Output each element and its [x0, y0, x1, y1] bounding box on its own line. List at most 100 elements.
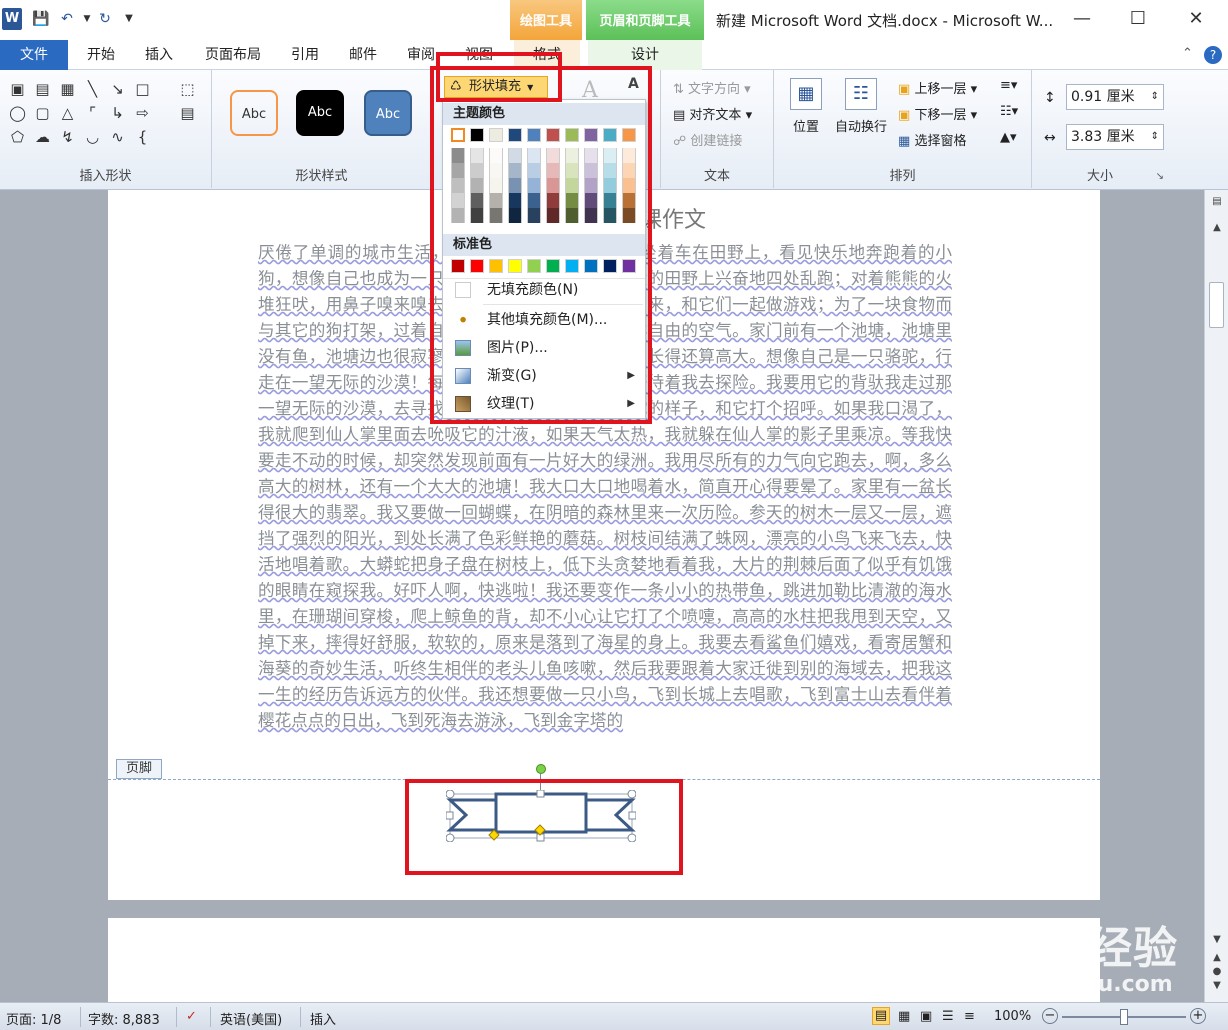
undo-dropdown-icon[interactable]: ▼ [78, 10, 96, 28]
highlight-box-ribbon-shape [405, 779, 683, 875]
rectangle-shape-icon[interactable]: □ [131, 78, 154, 100]
shape-style-black-fill[interactable]: Abc [296, 90, 344, 136]
arrow-line-shape-icon[interactable]: ↘ [106, 78, 129, 100]
close-button[interactable]: ✕ [1182, 6, 1210, 32]
oval-shape-icon[interactable]: ◯ [6, 102, 29, 124]
shape-gallery[interactable]: ▣ ▤ ▦ ╲ ↘ □ ◯ ▢ △ ⌜ ↳ ⇨ ⬠ ☁ ↯ ◡ ∿ { [6, 78, 156, 148]
status-bar: 页面: 1/8 字数: 8,883 ✓ 英语(美国) 插入 ▤ ▦ ▣ ☰ ≡ … [0, 1002, 1228, 1030]
window-title: 新建 Microsoft Word 文档.docx - Microsoft W.… [716, 12, 1054, 30]
bring-forward-button[interactable]: ▣ 上移一层 ▾ [898, 78, 977, 97]
triangle-shape-icon[interactable]: △ [56, 102, 79, 124]
next-page-icon[interactable]: ▼ [1209, 980, 1225, 991]
web-layout-view-icon[interactable]: ▣ [920, 1009, 932, 1024]
baidu-watermark: Baidu经验 jingyan.baidu.com [942, 912, 1182, 1000]
browse-object-icon[interactable]: ● [1209, 966, 1225, 977]
status-divider [80, 1007, 81, 1027]
selection-pane-icon: ▦ [898, 134, 911, 149]
print-layout-view-icon[interactable]: ▤ [872, 1007, 890, 1025]
right-arrow-shape-icon[interactable]: ⇨ [131, 102, 154, 124]
group-insert-shapes: ▣ ▤ ▦ ╲ ↘ □ ◯ ▢ △ ⌜ ↳ ⇨ ⬠ ☁ ↯ ◡ ∿ { ⬚ ▤ … [0, 70, 212, 188]
draft-view-icon[interactable]: ≡ [964, 1009, 975, 1024]
align-objects-icon[interactable]: ≡▾ [1000, 78, 1017, 93]
tab-mailings[interactable]: 邮件 [340, 40, 386, 70]
zoom-in-icon[interactable]: + [1190, 1008, 1206, 1024]
line-shape-icon[interactable]: ╲ [81, 78, 104, 100]
watermark-main-text: Baidu经验 [942, 923, 1179, 974]
rounded-rect-shape-icon[interactable]: ▢ [31, 102, 54, 124]
position-label: 位置 [792, 120, 819, 135]
rotation-handle[interactable] [536, 764, 546, 774]
ruler-toggle-icon[interactable]: ▤ [1209, 196, 1225, 207]
vertical-scrollbar[interactable]: ▤ ▲ ▼ ▲ ● ▼ [1204, 190, 1228, 1002]
group-shape-styles: Abc Abc Abc 形状样式 [212, 70, 432, 188]
cloud-shape-icon[interactable]: ☁ [31, 126, 54, 148]
shape-width-value: 3.83 厘米 [1071, 129, 1135, 145]
title-bar: W 💾 ↶ ▼ ↻ ▼ 绘图工具 页眉和页脚工具 新建 Microsoft Wo… [0, 0, 1228, 40]
zoom-slider-thumb[interactable] [1120, 1009, 1128, 1025]
group-objects-icon[interactable]: ☷▾ [1000, 104, 1018, 119]
rotate-objects-icon[interactable]: ▲▾ [1000, 130, 1017, 145]
group-label-shape-styles: 形状样式 [295, 169, 348, 184]
arc-shape-icon[interactable]: ◡ [81, 126, 104, 148]
curve-shape-icon[interactable]: ∿ [106, 126, 129, 148]
elbow-connector-shape-icon[interactable]: ⌜ [81, 102, 104, 124]
text-direction-button[interactable]: ⇅ 文字方向 ▾ [673, 78, 751, 97]
position-button[interactable]: ▦ 位置 [780, 78, 832, 135]
tab-home[interactable]: 开始 [78, 40, 124, 70]
word-count[interactable]: 字数: 8,883 [88, 1009, 160, 1028]
full-screen-view-icon[interactable]: ▦ [898, 1009, 910, 1024]
shape-style-blue-fill[interactable]: Abc [364, 90, 412, 136]
pentagon-shape-icon[interactable]: ⬠ [6, 126, 29, 148]
help-icon[interactable]: ? [1204, 46, 1222, 64]
height-spinner-icon[interactable]: ⇕ [1151, 85, 1159, 109]
textbox-shape-icon[interactable]: ▣ [6, 78, 29, 100]
minimize-ribbon-icon[interactable]: ⌃ [1182, 46, 1193, 61]
tab-insert[interactable]: 插入 [136, 40, 182, 70]
shape-style-orange-outline[interactable]: Abc [230, 90, 278, 136]
elbow-arrow-shape-icon[interactable]: ↳ [106, 102, 129, 124]
save-icon[interactable]: 💾 [32, 10, 50, 28]
scroll-down-icon[interactable]: ▼ [1209, 934, 1225, 945]
insert-mode-indicator[interactable]: 插入 [310, 1009, 336, 1028]
minimize-button[interactable]: — [1068, 6, 1096, 32]
maximize-button[interactable]: ☐ [1124, 6, 1152, 32]
create-link-button[interactable]: ☍ 创建链接 [673, 130, 742, 149]
shape-height-value: 0.91 厘米 [1071, 89, 1135, 105]
size-dialog-launcher-icon[interactable]: ↘ [1156, 171, 1164, 182]
edit-shape-icon[interactable]: ⬚ [176, 78, 199, 100]
vertical-scroll-thumb[interactable] [1209, 282, 1224, 328]
proofing-icon[interactable]: ✓ [186, 1009, 197, 1024]
align-text-button[interactable]: ▤ 对齐文本 ▾ [673, 104, 752, 123]
group-arrange: ▦ 位置 ☷ 自动换行 ▣ 上移一层 ▾ ▣ 下移一层 ▾ ▦ 选择窗格 ≡▾ … [774, 70, 1032, 188]
selection-pane-label: 选择窗格 [914, 134, 967, 149]
shape-height-input[interactable]: 0.91 厘米 ⇕ [1066, 84, 1164, 110]
language-indicator[interactable]: 英语(美国) [220, 1009, 282, 1028]
page-count[interactable]: 页面: 1/8 [6, 1009, 61, 1028]
redo-icon[interactable]: ↻ [96, 10, 114, 28]
scroll-up-icon[interactable]: ▲ [1209, 222, 1225, 233]
zoom-level[interactable]: 100% [994, 1009, 1031, 1024]
word-logo-icon[interactable]: W [2, 8, 22, 30]
customize-qat-icon[interactable]: ▼ [120, 10, 138, 28]
tab-page-layout[interactable]: 页面布局 [196, 40, 270, 70]
wrap-text-button[interactable]: ☷ 自动换行 [830, 78, 892, 135]
textbox-alt-shape-icon[interactable]: ▦ [56, 78, 79, 100]
brace-shape-icon[interactable]: { [131, 126, 154, 148]
highlight-box-fill-menu [430, 66, 652, 424]
tab-references[interactable]: 引用 [282, 40, 328, 70]
shape-width-input[interactable]: 3.83 厘米 ⇕ [1066, 124, 1164, 150]
draw-textbox-icon[interactable]: ▤ [176, 102, 199, 124]
tab-file[interactable]: 文件 [0, 40, 68, 70]
selection-pane-button[interactable]: ▦ 选择窗格 [898, 130, 966, 149]
zoom-out-icon[interactable]: − [1042, 1008, 1058, 1024]
text-direction-label: 文字方向 [688, 82, 741, 97]
send-backward-button[interactable]: ▣ 下移一层 ▾ [898, 104, 977, 123]
previous-page-icon[interactable]: ▲ [1209, 952, 1225, 963]
width-spinner-icon[interactable]: ⇕ [1151, 125, 1159, 149]
context-tab-header-footer-tools: 页眉和页脚工具 [586, 0, 704, 40]
outline-view-icon[interactable]: ☰ [942, 1009, 954, 1024]
lightning-shape-icon[interactable]: ↯ [56, 126, 79, 148]
textbox-vertical-shape-icon[interactable]: ▤ [31, 78, 54, 100]
group-label-size: 大小 [1086, 169, 1113, 184]
undo-icon[interactable]: ↶ [58, 10, 76, 28]
